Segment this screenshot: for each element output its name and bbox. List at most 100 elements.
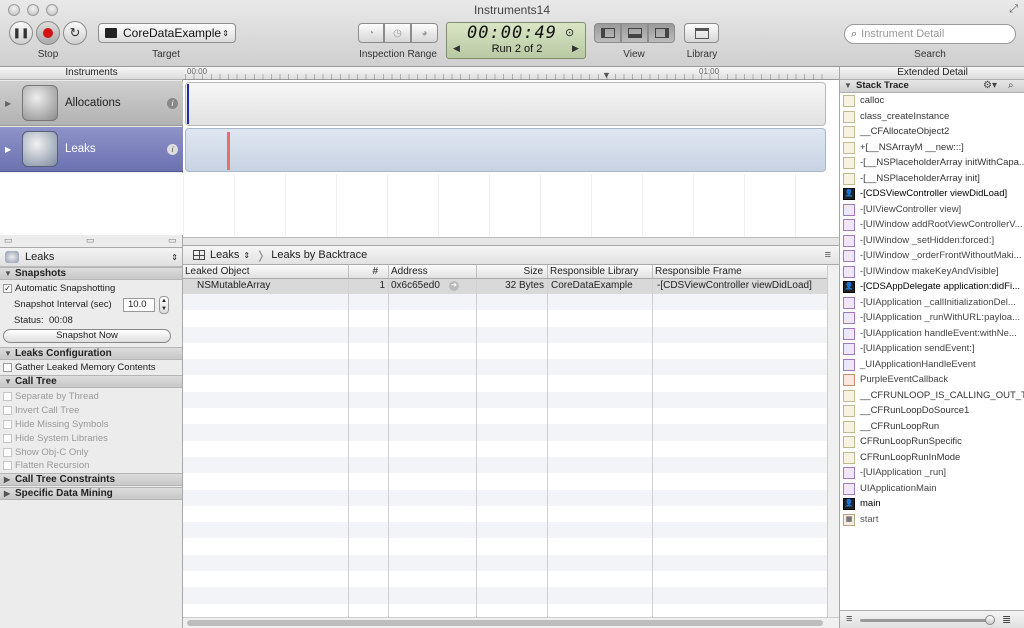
- pause-button[interactable]: ❚❚: [9, 21, 33, 45]
- stack-frame-row[interactable]: UIApplicationMain: [840, 481, 1024, 497]
- stack-frame-row[interactable]: -[UIWindow _orderFrontWithoutMaki...: [840, 248, 1024, 264]
- gear-icon[interactable]: ⚙▾: [983, 80, 997, 92]
- info-icon[interactable]: i: [167, 97, 178, 109]
- inspection-clear-button[interactable]: ◷: [384, 23, 411, 43]
- stack-trace-header[interactable]: ▼ Stack Trace ⚙▾ ⌕: [840, 80, 1024, 93]
- list-large-icon[interactable]: ≣: [1002, 613, 1011, 626]
- cell-leaked-object: NSMutableArray: [197, 280, 271, 291]
- stack-frame-row[interactable]: _UIApplicationHandleEvent: [840, 357, 1024, 373]
- table-vertical-scrollbar[interactable]: [827, 265, 839, 617]
- stack-frame-row[interactable]: -[UIWindow makeKeyAndVisible]: [840, 264, 1024, 280]
- instrument-detail-search[interactable]: ⌕ Instrument Detail: [844, 24, 1016, 44]
- list-icon[interactable]: ≡: [846, 613, 852, 625]
- snapshot-now-button[interactable]: Snapshot Now: [3, 329, 171, 343]
- stack-frame-row[interactable]: class_createInstance: [840, 109, 1024, 125]
- detail-pane-icon: [627, 28, 642, 38]
- next-run-button[interactable]: ▶: [572, 43, 579, 54]
- stack-frame-row[interactable]: CFRunLoopRunInMode: [840, 450, 1024, 466]
- timeline-area[interactable]: 00:00 01:00 ▼: [183, 67, 839, 245]
- slider-knob[interactable]: [985, 615, 995, 625]
- target-popup[interactable]: CoreDataExample ⇕: [98, 23, 236, 43]
- stack-frame-label: -[UIViewController view]: [860, 203, 962, 215]
- loop-button[interactable]: ↻: [63, 21, 87, 45]
- column-header-count[interactable]: #: [349, 265, 389, 279]
- interval-stepper[interactable]: ▲ ▼: [159, 296, 169, 314]
- table-row[interactable]: NSMutableArray 1 0x6c65ed0 ➜ 32 Bytes Co…: [183, 279, 827, 294]
- stack-frame-row[interactable]: -[UIWindow addRootViewControllerV...: [840, 217, 1024, 233]
- stack-frame-row[interactable]: -[__NSPlaceholderArray initWithCapa...: [840, 155, 1024, 171]
- timeline-scrollbar[interactable]: [183, 237, 839, 245]
- stack-frame-row[interactable]: __CFAllocateObject2: [840, 124, 1024, 140]
- separate-by-thread-checkbox[interactable]: Separate by Thread: [3, 390, 99, 403]
- scrollbar-thumb[interactable]: [187, 620, 823, 626]
- instrument-selector-popup[interactable]: Leaks ⇕: [0, 247, 182, 267]
- call-tree-section-header[interactable]: ▼ Call Tree: [0, 375, 182, 388]
- stack-frame-row[interactable]: -[UIApplication handleEvent:withNe...: [840, 326, 1024, 342]
- hide-missing-symbols-checkbox[interactable]: Hide Missing Symbols: [3, 418, 108, 431]
- view-detail-toggle[interactable]: [621, 23, 648, 43]
- column-header-leaked-object[interactable]: Leaked Object: [183, 265, 349, 279]
- gather-leaked-memory-checkbox[interactable]: Gather Leaked Memory Contents: [3, 361, 155, 374]
- stack-frame-row[interactable]: -[__NSPlaceholderArray init]: [840, 171, 1024, 187]
- stack-frame-row[interactable]: __CFRunLoopDoSource1: [840, 403, 1024, 419]
- table-horizontal-scrollbar[interactable]: [183, 617, 839, 628]
- stack-frame-row[interactable]: PurpleEventCallback: [840, 372, 1024, 388]
- automatic-snapshotting-checkbox[interactable]: ✓ Automatic Snapshotting: [3, 282, 115, 295]
- show-objc-only-checkbox[interactable]: Show Obj-C Only: [3, 446, 88, 459]
- snapshots-section-header[interactable]: ▼ Snapshots: [0, 267, 182, 280]
- snapshot-interval-field[interactable]: 10.0: [123, 298, 155, 312]
- stack-frame-row[interactable]: __CFRUNLOOP_IS_CALLING_OUT_TO...: [840, 388, 1024, 404]
- stack-frame-row[interactable]: -[UIApplication _callInitializationDel..…: [840, 295, 1024, 311]
- time-ruler[interactable]: 00:00 01:00 ▼: [183, 67, 839, 80]
- instrument-row-allocations[interactable]: ▶ Allocations i: [0, 81, 183, 126]
- stack-frame-row[interactable]: -[UIApplication _run]: [840, 465, 1024, 481]
- detail-size-slider[interactable]: [860, 619, 995, 622]
- instrument-row-leaks[interactable]: ▶ Leaks i: [0, 127, 183, 172]
- hide-system-libraries-checkbox[interactable]: Hide System Libraries: [3, 432, 108, 445]
- disclosure-triangle-icon[interactable]: ▶: [5, 99, 11, 108]
- disclosure-triangle-icon[interactable]: ▶: [5, 145, 11, 154]
- table-row: [183, 538, 827, 555]
- view-extended-toggle[interactable]: [648, 23, 675, 43]
- stack-frame-row[interactable]: CFRunLoopRunSpecific: [840, 434, 1024, 450]
- stack-frame-row[interactable]: 👤 main: [840, 496, 1024, 512]
- breadcrumb-leaks-by-backtrace[interactable]: Leaks by Backtrace: [271, 249, 367, 261]
- library-button[interactable]: [684, 23, 719, 43]
- stack-frame-row[interactable]: calloc: [840, 93, 1024, 109]
- info-icon[interactable]: i: [167, 143, 178, 155]
- track-scale-small-icon[interactable]: ▭: [4, 235, 13, 246]
- go-arrow-icon[interactable]: ➜: [449, 281, 459, 291]
- invert-call-tree-checkbox[interactable]: Invert Call Tree: [3, 404, 79, 417]
- stack-frame-row[interactable]: -[UIApplication sendEvent:]: [840, 341, 1024, 357]
- call-tree-constraints-section-header[interactable]: ▶ Call Tree Constraints: [0, 473, 182, 486]
- option-label: Gather Leaked Memory Contents: [15, 362, 156, 373]
- view-instruments-toggle[interactable]: [594, 23, 621, 43]
- stack-frame-row[interactable]: -[UIWindow _setHidden:forced:]: [840, 233, 1024, 249]
- column-header-responsible-library[interactable]: Responsible Library: [548, 265, 653, 279]
- record-stop-button[interactable]: [36, 21, 60, 45]
- stack-frame-row[interactable]: 👤 -[CDSAppDelegate application:didFi...: [840, 279, 1024, 295]
- flatten-recursion-checkbox[interactable]: Flatten Recursion: [3, 459, 89, 472]
- track-scale-large-icon[interactable]: ▭: [168, 235, 177, 246]
- detail-view-popup[interactable]: Leaks: [210, 249, 239, 261]
- specific-data-mining-section-header[interactable]: ▶ Specific Data Mining: [0, 487, 182, 500]
- stack-frame-row[interactable]: -[UIApplication _runWithURL:payloa...: [840, 310, 1024, 326]
- column-header-responsible-frame[interactable]: Responsible Frame: [653, 265, 827, 279]
- playhead-icon[interactable]: ▼: [602, 71, 611, 80]
- list-menu-icon[interactable]: ≡: [825, 249, 831, 261]
- track-scale-slider-icon[interactable]: ▭: [86, 235, 95, 246]
- leaks-configuration-section-header[interactable]: ▼ Leaks Configuration: [0, 347, 182, 360]
- stack-frame-row[interactable]: __CFRunLoopRun: [840, 419, 1024, 435]
- stack-frame-row[interactable]: 👤 -[CDSViewController viewDidLoad]: [840, 186, 1024, 202]
- leaks-track[interactable]: [185, 128, 826, 172]
- stack-frame-row[interactable]: +[__NSArrayM __new:::]: [840, 140, 1024, 156]
- stack-frame-row[interactable]: ▦ start: [840, 512, 1024, 528]
- search-icon[interactable]: ⌕: [1008, 80, 1014, 92]
- stack-frame-row[interactable]: -[UIViewController view]: [840, 202, 1024, 218]
- allocations-track[interactable]: [185, 82, 826, 126]
- inspection-end-button[interactable]: ◕: [411, 23, 438, 43]
- inspection-start-button[interactable]: ◔: [358, 23, 384, 43]
- fullscreen-icon[interactable]: ⤢: [1009, 3, 1018, 16]
- column-header-address[interactable]: Address: [389, 265, 477, 279]
- column-header-size[interactable]: Size: [477, 265, 548, 279]
